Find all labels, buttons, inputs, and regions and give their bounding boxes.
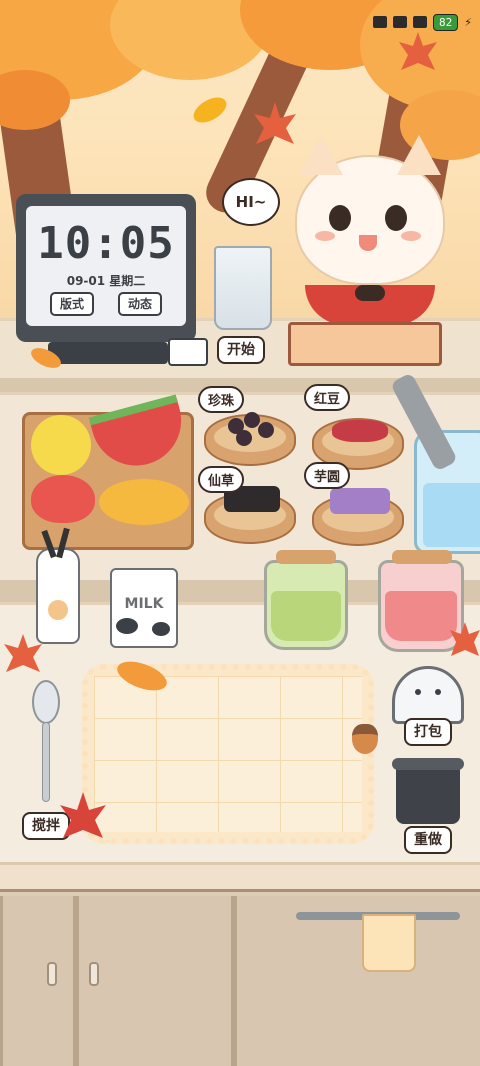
start-button[interactable]: 开始 bbox=[217, 336, 265, 364]
spoon[interactable] bbox=[32, 680, 60, 724]
red-tea-lid bbox=[392, 550, 452, 564]
status-bar: 82 ⚡ bbox=[373, 12, 472, 32]
clock-date: 09-01 星期二 bbox=[66, 274, 146, 288]
maple-leaf-icon bbox=[450, 622, 480, 656]
leaf-icon bbox=[31, 348, 61, 368]
lightning-icon: ⚡ bbox=[464, 15, 472, 29]
counter-top bbox=[0, 862, 480, 892]
taro-balls-bowl[interactable] bbox=[312, 488, 404, 546]
cabinet-door bbox=[0, 896, 76, 1066]
milk-carton[interactable]: MILK bbox=[110, 568, 178, 648]
pack-button[interactable]: 打包 bbox=[404, 718, 452, 746]
battery-level: 82 bbox=[433, 13, 459, 31]
green-tea-jar[interactable] bbox=[264, 560, 348, 650]
cabinet bbox=[0, 892, 480, 1066]
cat-mascot bbox=[285, 135, 455, 325]
cabinet-door bbox=[234, 896, 480, 1066]
maple-leaf-icon bbox=[60, 792, 106, 838]
card-reader bbox=[168, 338, 208, 366]
red-beans-label: 红豆 bbox=[304, 384, 351, 411]
monitor-stand bbox=[48, 342, 168, 364]
leaf-icon bbox=[117, 661, 167, 691]
serving-tray[interactable] bbox=[288, 322, 442, 366]
phone-icon bbox=[373, 16, 388, 28]
motion-button[interactable]: 动态 bbox=[118, 292, 162, 316]
cabinet-door bbox=[76, 896, 234, 1066]
acorn-icon bbox=[352, 724, 378, 754]
maple-leaf-icon bbox=[399, 32, 437, 70]
clock-monitor: 10:05 09-01 星期二 版式 动态 bbox=[16, 194, 196, 342]
grass-jelly-label: 仙草 bbox=[198, 466, 245, 493]
fruit-board[interactable] bbox=[22, 394, 194, 550]
grass-jelly-bowl[interactable] bbox=[204, 486, 296, 544]
greeting-bubble: HI~ bbox=[222, 178, 280, 226]
cup-stack[interactable] bbox=[214, 246, 272, 330]
pearls-bowl[interactable] bbox=[204, 412, 296, 466]
x-icon bbox=[393, 16, 408, 28]
mango bbox=[99, 479, 189, 525]
green-tea-lid bbox=[276, 550, 336, 564]
leaf-icon bbox=[193, 97, 227, 123]
trash-lid bbox=[392, 758, 464, 770]
maple-leaf-icon bbox=[4, 634, 42, 672]
taro-balls-label: 芋圆 bbox=[304, 462, 351, 489]
lemon bbox=[31, 415, 91, 475]
trash-can[interactable] bbox=[396, 766, 460, 824]
style-button[interactable]: 版式 bbox=[50, 292, 94, 316]
milk-label: MILK bbox=[124, 596, 164, 612]
towel bbox=[362, 914, 416, 972]
clock-screen: 10:05 09-01 星期二 版式 动态 bbox=[26, 206, 186, 326]
redo-button[interactable]: 重做 bbox=[404, 826, 452, 854]
pearls-label: 珍珠 bbox=[198, 386, 245, 413]
cream-bottle[interactable] bbox=[36, 548, 80, 644]
clock-time: 10:05 bbox=[37, 218, 175, 269]
signal-icon bbox=[413, 16, 428, 28]
strawberry bbox=[31, 475, 95, 523]
spoon-handle bbox=[42, 722, 50, 802]
